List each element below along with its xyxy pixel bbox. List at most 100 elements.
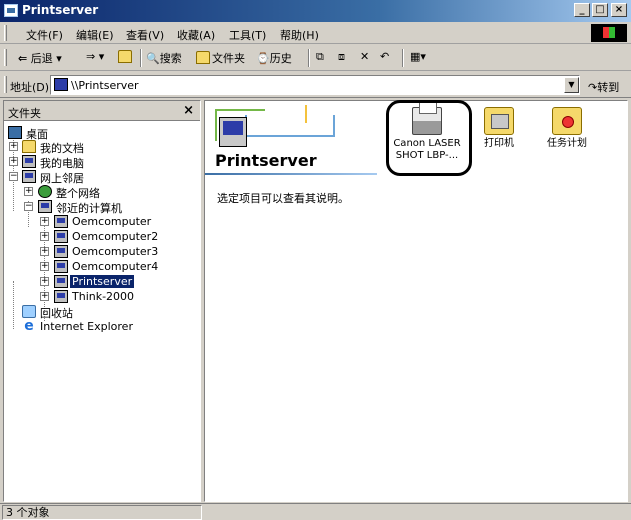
recycle-bin-icon	[22, 305, 36, 318]
toolbar-separator	[402, 49, 404, 67]
go-button[interactable]: ↷转到	[588, 79, 619, 95]
collapse-icon[interactable]: −	[24, 202, 33, 211]
expand-icon[interactable]: +	[40, 292, 49, 301]
selection-hint-text: 选定项目可以查看其说明。	[217, 192, 349, 205]
computer-icon	[54, 215, 68, 228]
collapse-icon[interactable]: −	[9, 172, 18, 181]
expand-icon[interactable]: +	[40, 262, 49, 271]
window-title: Printserver	[22, 3, 99, 17]
desktop-icon	[8, 126, 22, 139]
item-label-line1: 任务计划	[547, 138, 587, 149]
move-to-icon[interactable]: ⧉	[316, 50, 324, 64]
history-button-label: 历史	[269, 52, 292, 65]
expand-icon[interactable]: +	[24, 187, 33, 196]
window-icon[interactable]	[4, 4, 18, 17]
forward-button[interactable]: ⇒ ▾	[86, 50, 104, 63]
folder-icon	[22, 140, 36, 153]
undo-icon[interactable]: ↶	[380, 50, 389, 63]
address-label: 地址(D)	[10, 81, 50, 94]
network-computer-icon	[54, 78, 68, 91]
toolbar-separator	[308, 49, 310, 67]
network-computer-large-icon	[219, 117, 247, 147]
search-button[interactable]: 🔍搜索	[146, 50, 182, 66]
tree-item-label: Oemcomputer4	[72, 260, 159, 273]
tree-item-label: Printserver	[70, 275, 135, 288]
views-icon: ▦	[410, 50, 421, 63]
folders-button-label: 文件夹	[212, 52, 245, 65]
tree-item-label: 网上邻居	[40, 172, 84, 185]
status-bar: 3 个对象	[0, 503, 631, 520]
tree-item-label: Think-2000	[72, 290, 135, 303]
folder-banner: Printserver	[205, 101, 377, 176]
title-bar: Printserver _ □ ×	[0, 0, 631, 22]
address-bar: 地址(D) \\Printserver ▼ ↷转到	[0, 72, 631, 98]
windows-logo-icon	[591, 24, 627, 42]
maximize-button[interactable]: □	[592, 3, 608, 17]
menu-edit[interactable]: 编辑(E)	[76, 27, 114, 43]
computer-icon	[54, 275, 68, 288]
views-button[interactable]: ▦▾	[410, 50, 426, 63]
tree-item-label: 邻近的计算机	[56, 202, 122, 215]
heading-underline	[205, 173, 377, 175]
address-value: \\Printserver	[71, 79, 139, 92]
expand-icon[interactable]: +	[40, 277, 49, 286]
item-scheduled-tasks[interactable]: 任务计划	[531, 107, 603, 150]
menu-favorites[interactable]: 收藏(A)	[177, 27, 215, 43]
history-button[interactable]: ⌚历史	[256, 50, 292, 66]
computer-icon	[54, 230, 68, 243]
toolbar-grip[interactable]	[4, 49, 7, 66]
globe-icon	[38, 185, 52, 198]
delete-icon[interactable]: ✕	[360, 50, 369, 63]
copy-to-icon[interactable]: ⧈	[338, 50, 345, 64]
address-dropdown-button[interactable]: ▼	[564, 77, 579, 93]
back-button-label: 后退	[30, 52, 53, 65]
back-arrow-icon: ⇐	[18, 52, 28, 65]
address-bar-grip[interactable]	[4, 76, 7, 93]
computer-icon	[54, 260, 68, 273]
menu-bar-grip[interactable]	[4, 25, 7, 41]
menu-tools[interactable]: 工具(T)	[229, 27, 266, 43]
tree-item-label: Internet Explorer	[40, 320, 133, 333]
content-heading: Printserver	[215, 151, 317, 170]
back-dropdown-icon[interactable]: ▾	[56, 52, 62, 65]
search-icon: 🔍	[146, 52, 160, 65]
back-button[interactable]: ⇐ 后退 ▾	[18, 50, 62, 66]
tree-item-label: 我的电脑	[40, 157, 84, 170]
folders-pane-title: 文件夹	[8, 107, 41, 120]
expand-icon[interactable]: +	[9, 157, 18, 166]
go-button-label: 转到	[597, 81, 620, 94]
menu-help[interactable]: 帮助(H)	[280, 27, 319, 43]
expand-icon[interactable]: +	[40, 247, 49, 256]
menu-bar: 文件(F) 编辑(E) 查看(V) 收藏(A) 工具(T) 帮助(H)	[0, 22, 631, 44]
content-pane: Printserver 选定项目可以查看其说明。 Canon LASER SHO…	[204, 100, 628, 502]
banner-decoration	[305, 105, 323, 123]
search-button-label: 搜索	[159, 52, 182, 65]
standard-toolbar: ⇐ 后退 ▾ ⇒ ▾ 🔍搜索 文件夹 ⌚历史 ⧉ ⧈ ✕ ↶ ▦▾	[0, 45, 631, 71]
close-button[interactable]: ×	[611, 3, 627, 17]
computers-near-me-icon	[38, 200, 52, 213]
computer-icon	[22, 155, 36, 168]
folders-button[interactable]: 文件夹	[196, 50, 245, 66]
address-input[interactable]: \\Printserver	[50, 75, 580, 95]
menu-view[interactable]: 查看(V)	[126, 27, 164, 43]
printers-folder-icon	[484, 107, 514, 135]
up-folder-icon[interactable]	[118, 50, 134, 64]
expand-icon[interactable]: +	[9, 142, 18, 151]
folders-icon	[196, 51, 210, 64]
minimize-button[interactable]: _	[574, 3, 590, 17]
tree-item-label: Oemcomputer	[72, 215, 152, 228]
go-arrow-icon: ↷	[588, 81, 598, 94]
tree-item-label: 我的文档	[40, 142, 84, 155]
computer-icon	[54, 245, 68, 258]
menu-file[interactable]: 文件(F)	[26, 27, 63, 43]
item-printers-folder[interactable]: 打印机	[463, 107, 535, 150]
tree-item-label: 回收站	[40, 307, 73, 320]
highlight-oval	[386, 100, 472, 176]
expand-icon[interactable]: +	[40, 217, 49, 226]
close-folders-pane-icon[interactable]: ×	[183, 103, 194, 118]
tree-item-label: Oemcomputer2	[72, 230, 159, 243]
expand-icon[interactable]: +	[40, 232, 49, 241]
computer-icon	[54, 290, 68, 303]
status-text: 3 个对象	[2, 505, 202, 520]
internet-explorer-icon: e	[24, 318, 34, 334]
